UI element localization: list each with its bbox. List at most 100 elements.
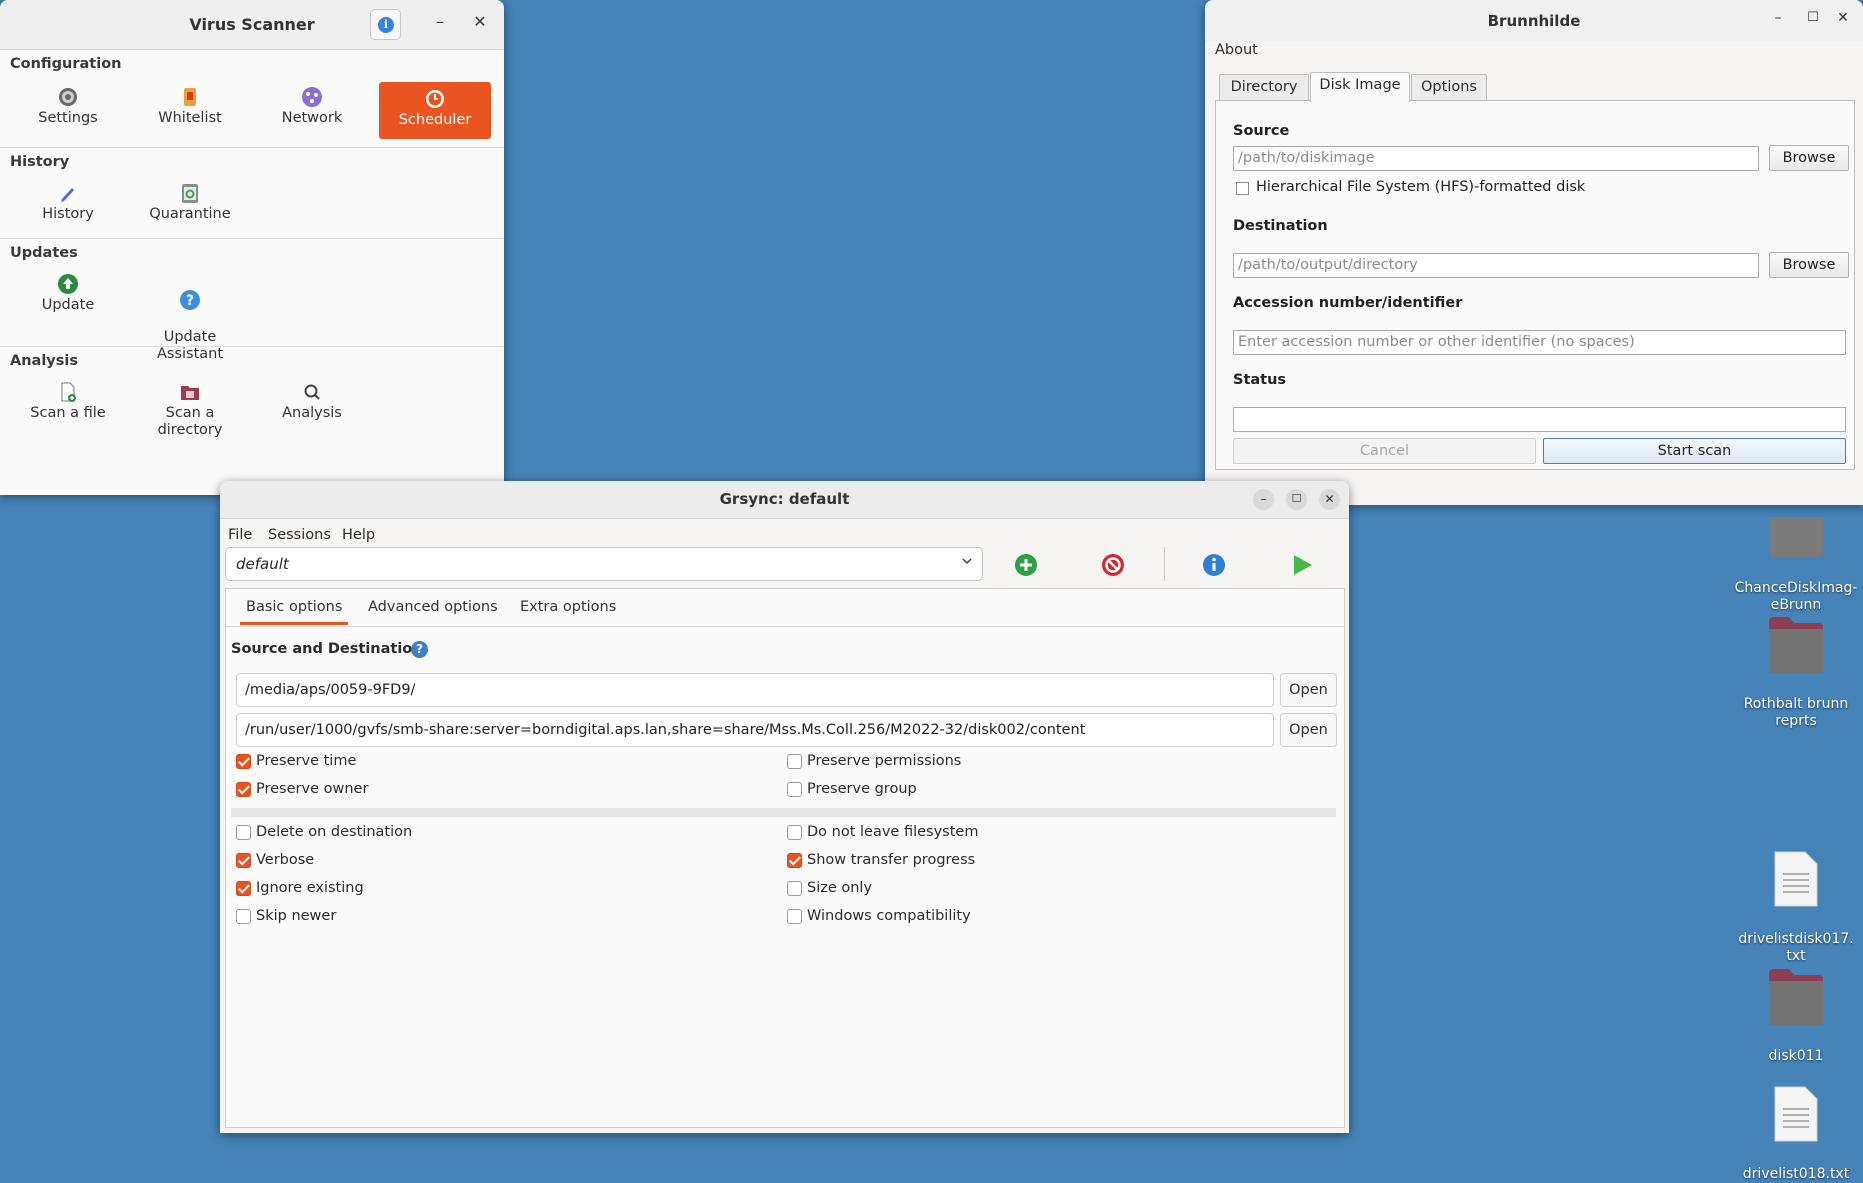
whitelist-icon bbox=[184, 88, 196, 106]
add-session-icon[interactable] bbox=[1014, 553, 1038, 577]
menu-sessions[interactable]: Sessions bbox=[268, 523, 331, 547]
status-field bbox=[1233, 407, 1846, 432]
status-label: Status bbox=[1233, 372, 1287, 388]
scheduler-button[interactable]: Scheduler bbox=[379, 82, 491, 139]
info-button[interactable]: i bbox=[370, 9, 401, 40]
desktop-icon-label: Rothbalt brunn reprts bbox=[1743, 696, 1849, 729]
accession-label: Accession number/identifier bbox=[1233, 295, 1463, 311]
quarantine-button[interactable]: Quarantine bbox=[134, 178, 246, 234]
tab-advanced-options[interactable]: Advanced options bbox=[368, 599, 498, 615]
clock-icon bbox=[426, 90, 444, 108]
delete-on-destination-checkbox[interactable] bbox=[236, 825, 251, 840]
tab-directory[interactable]: Directory bbox=[1219, 74, 1309, 101]
options-panel: Basic options Advanced options Extra opt… bbox=[225, 588, 1345, 1128]
pencil-icon bbox=[61, 188, 74, 202]
skip-newer-checkbox[interactable] bbox=[236, 909, 251, 924]
close-button[interactable]: ✕ bbox=[470, 12, 490, 31]
scan-directory-button[interactable]: Scan a directory bbox=[134, 377, 246, 439]
disk-image-panel: Source /path/to/diskimage Browse Hierarc… bbox=[1215, 100, 1855, 470]
close-button[interactable]: ✕ bbox=[1835, 10, 1851, 26]
folder-icon bbox=[1769, 617, 1823, 673]
preserve-owner-checkbox[interactable] bbox=[236, 782, 251, 797]
menu-bar: About bbox=[1205, 42, 1863, 64]
tab-options[interactable]: Options bbox=[1411, 74, 1487, 101]
help-icon[interactable]: ? bbox=[411, 641, 428, 658]
desktop-file-drivelistdisk017[interactable]: drivelistdisk017. txt bbox=[1731, 833, 1861, 965]
destination-input[interactable]: /path/to/output/directory bbox=[1233, 253, 1759, 278]
destination-path-input[interactable]: /run/user/1000/gvfs/smb-share:server=bor… bbox=[236, 713, 1274, 747]
source-open-button[interactable]: Open bbox=[1280, 673, 1337, 707]
accession-input[interactable]: Enter accession number or other identifi… bbox=[1233, 330, 1846, 355]
menu-about[interactable]: About bbox=[1215, 42, 1258, 58]
option-label: Size only bbox=[807, 880, 873, 896]
virus-scanner-titlebar: Virus Scanner i – ✕ bbox=[0, 0, 504, 50]
cancel-button[interactable]: Cancel bbox=[1233, 438, 1536, 464]
do-not-leave-filesystem-checkbox[interactable] bbox=[787, 825, 802, 840]
folder-icon bbox=[1769, 969, 1823, 1025]
item-label: Analysis bbox=[282, 405, 342, 421]
item-label: Scan a directory bbox=[157, 405, 223, 438]
svg-text:?: ? bbox=[186, 293, 194, 309]
upload-icon bbox=[58, 274, 78, 294]
minimize-button[interactable]: – bbox=[1770, 10, 1786, 26]
option-label: Do not leave filesystem bbox=[807, 824, 979, 840]
windows-compatibility-checkbox[interactable] bbox=[787, 909, 802, 924]
history-button[interactable]: History bbox=[12, 178, 124, 234]
section-heading: Analysis bbox=[10, 353, 78, 369]
settings-button[interactable]: Settings bbox=[12, 80, 124, 138]
recycle-icon bbox=[182, 184, 198, 203]
preserve-time-checkbox[interactable] bbox=[236, 754, 251, 769]
desktop-folder-chancediskimage[interactable]: ChanceDiskImag- eBrunn bbox=[1731, 500, 1861, 614]
source-path-input[interactable]: /media/aps/0059-9FD9/ bbox=[236, 673, 1274, 707]
folder-scan-icon bbox=[181, 386, 199, 400]
options-separator bbox=[231, 808, 1336, 817]
desktop-icon-label: drivelist018.txt bbox=[1742, 1166, 1850, 1182]
menu-file[interactable]: File bbox=[228, 523, 252, 547]
delete-session-icon[interactable] bbox=[1101, 553, 1125, 577]
item-label: Quarantine bbox=[149, 206, 231, 222]
session-combo[interactable]: default bbox=[225, 547, 983, 581]
minimize-button[interactable]: – bbox=[430, 12, 450, 31]
hfs-checkbox[interactable] bbox=[1236, 182, 1249, 195]
size-only-checkbox[interactable] bbox=[787, 881, 802, 896]
folder-icon bbox=[1769, 517, 1823, 557]
ignore-existing-checkbox[interactable] bbox=[236, 881, 251, 896]
close-button[interactable]: ✕ bbox=[1319, 489, 1340, 510]
destination-open-button[interactable]: Open bbox=[1280, 713, 1337, 747]
destination-browse-button[interactable]: Browse bbox=[1769, 252, 1849, 278]
verbose-checkbox[interactable] bbox=[236, 853, 251, 868]
maximize-button[interactable]: ☐ bbox=[1286, 489, 1307, 510]
run-icon[interactable] bbox=[1290, 553, 1314, 577]
info-icon[interactable] bbox=[1202, 553, 1226, 577]
show-transfer-progress-checkbox[interactable] bbox=[787, 853, 802, 868]
maximize-button[interactable]: ☐ bbox=[1805, 10, 1821, 25]
minimize-button[interactable]: – bbox=[1253, 489, 1274, 510]
tab-basic-options[interactable]: Basic options bbox=[240, 599, 349, 625]
options-tabs: Basic options Advanced options Extra opt… bbox=[226, 589, 1344, 627]
desktop-file-drivelist018[interactable]: drivelist018.txt bbox=[1731, 1068, 1861, 1183]
window-title: Virus Scanner bbox=[189, 15, 315, 34]
scan-file-button[interactable]: Scan a file bbox=[12, 377, 124, 439]
start-scan-button[interactable]: Start scan bbox=[1543, 438, 1846, 464]
network-button[interactable]: Network bbox=[256, 80, 368, 138]
text-file-icon bbox=[1774, 1086, 1818, 1142]
preserve-group-checkbox[interactable] bbox=[787, 782, 802, 797]
brunnhilde-titlebar: Brunnhilde – ☐ ✕ bbox=[1205, 0, 1863, 42]
menu-help[interactable]: Help bbox=[342, 523, 375, 547]
preserve-permissions-checkbox[interactable] bbox=[787, 754, 802, 769]
analysis-button[interactable]: Analysis bbox=[256, 377, 368, 439]
item-label: Settings bbox=[38, 110, 98, 126]
tab-disk-image[interactable]: Disk Image bbox=[1310, 72, 1410, 102]
whitelist-button[interactable]: Whitelist bbox=[134, 80, 246, 138]
section-heading: History bbox=[10, 154, 70, 170]
gear-icon bbox=[59, 88, 77, 106]
update-button[interactable]: Update bbox=[12, 269, 124, 339]
item-label: Whitelist bbox=[158, 110, 222, 126]
desktop-folder-disk011[interactable]: disk011 bbox=[1731, 952, 1861, 1065]
desktop-folder-rothbalt[interactable]: Rothbalt brunn reprts bbox=[1731, 600, 1861, 730]
source-input[interactable]: /path/to/diskimage bbox=[1233, 146, 1759, 171]
update-assistant-button[interactable]: ? Update Assistant bbox=[134, 269, 246, 362]
tab-extra-options[interactable]: Extra options bbox=[520, 599, 616, 615]
source-browse-button[interactable]: Browse bbox=[1769, 145, 1849, 171]
section-heading: Updates bbox=[10, 245, 78, 261]
